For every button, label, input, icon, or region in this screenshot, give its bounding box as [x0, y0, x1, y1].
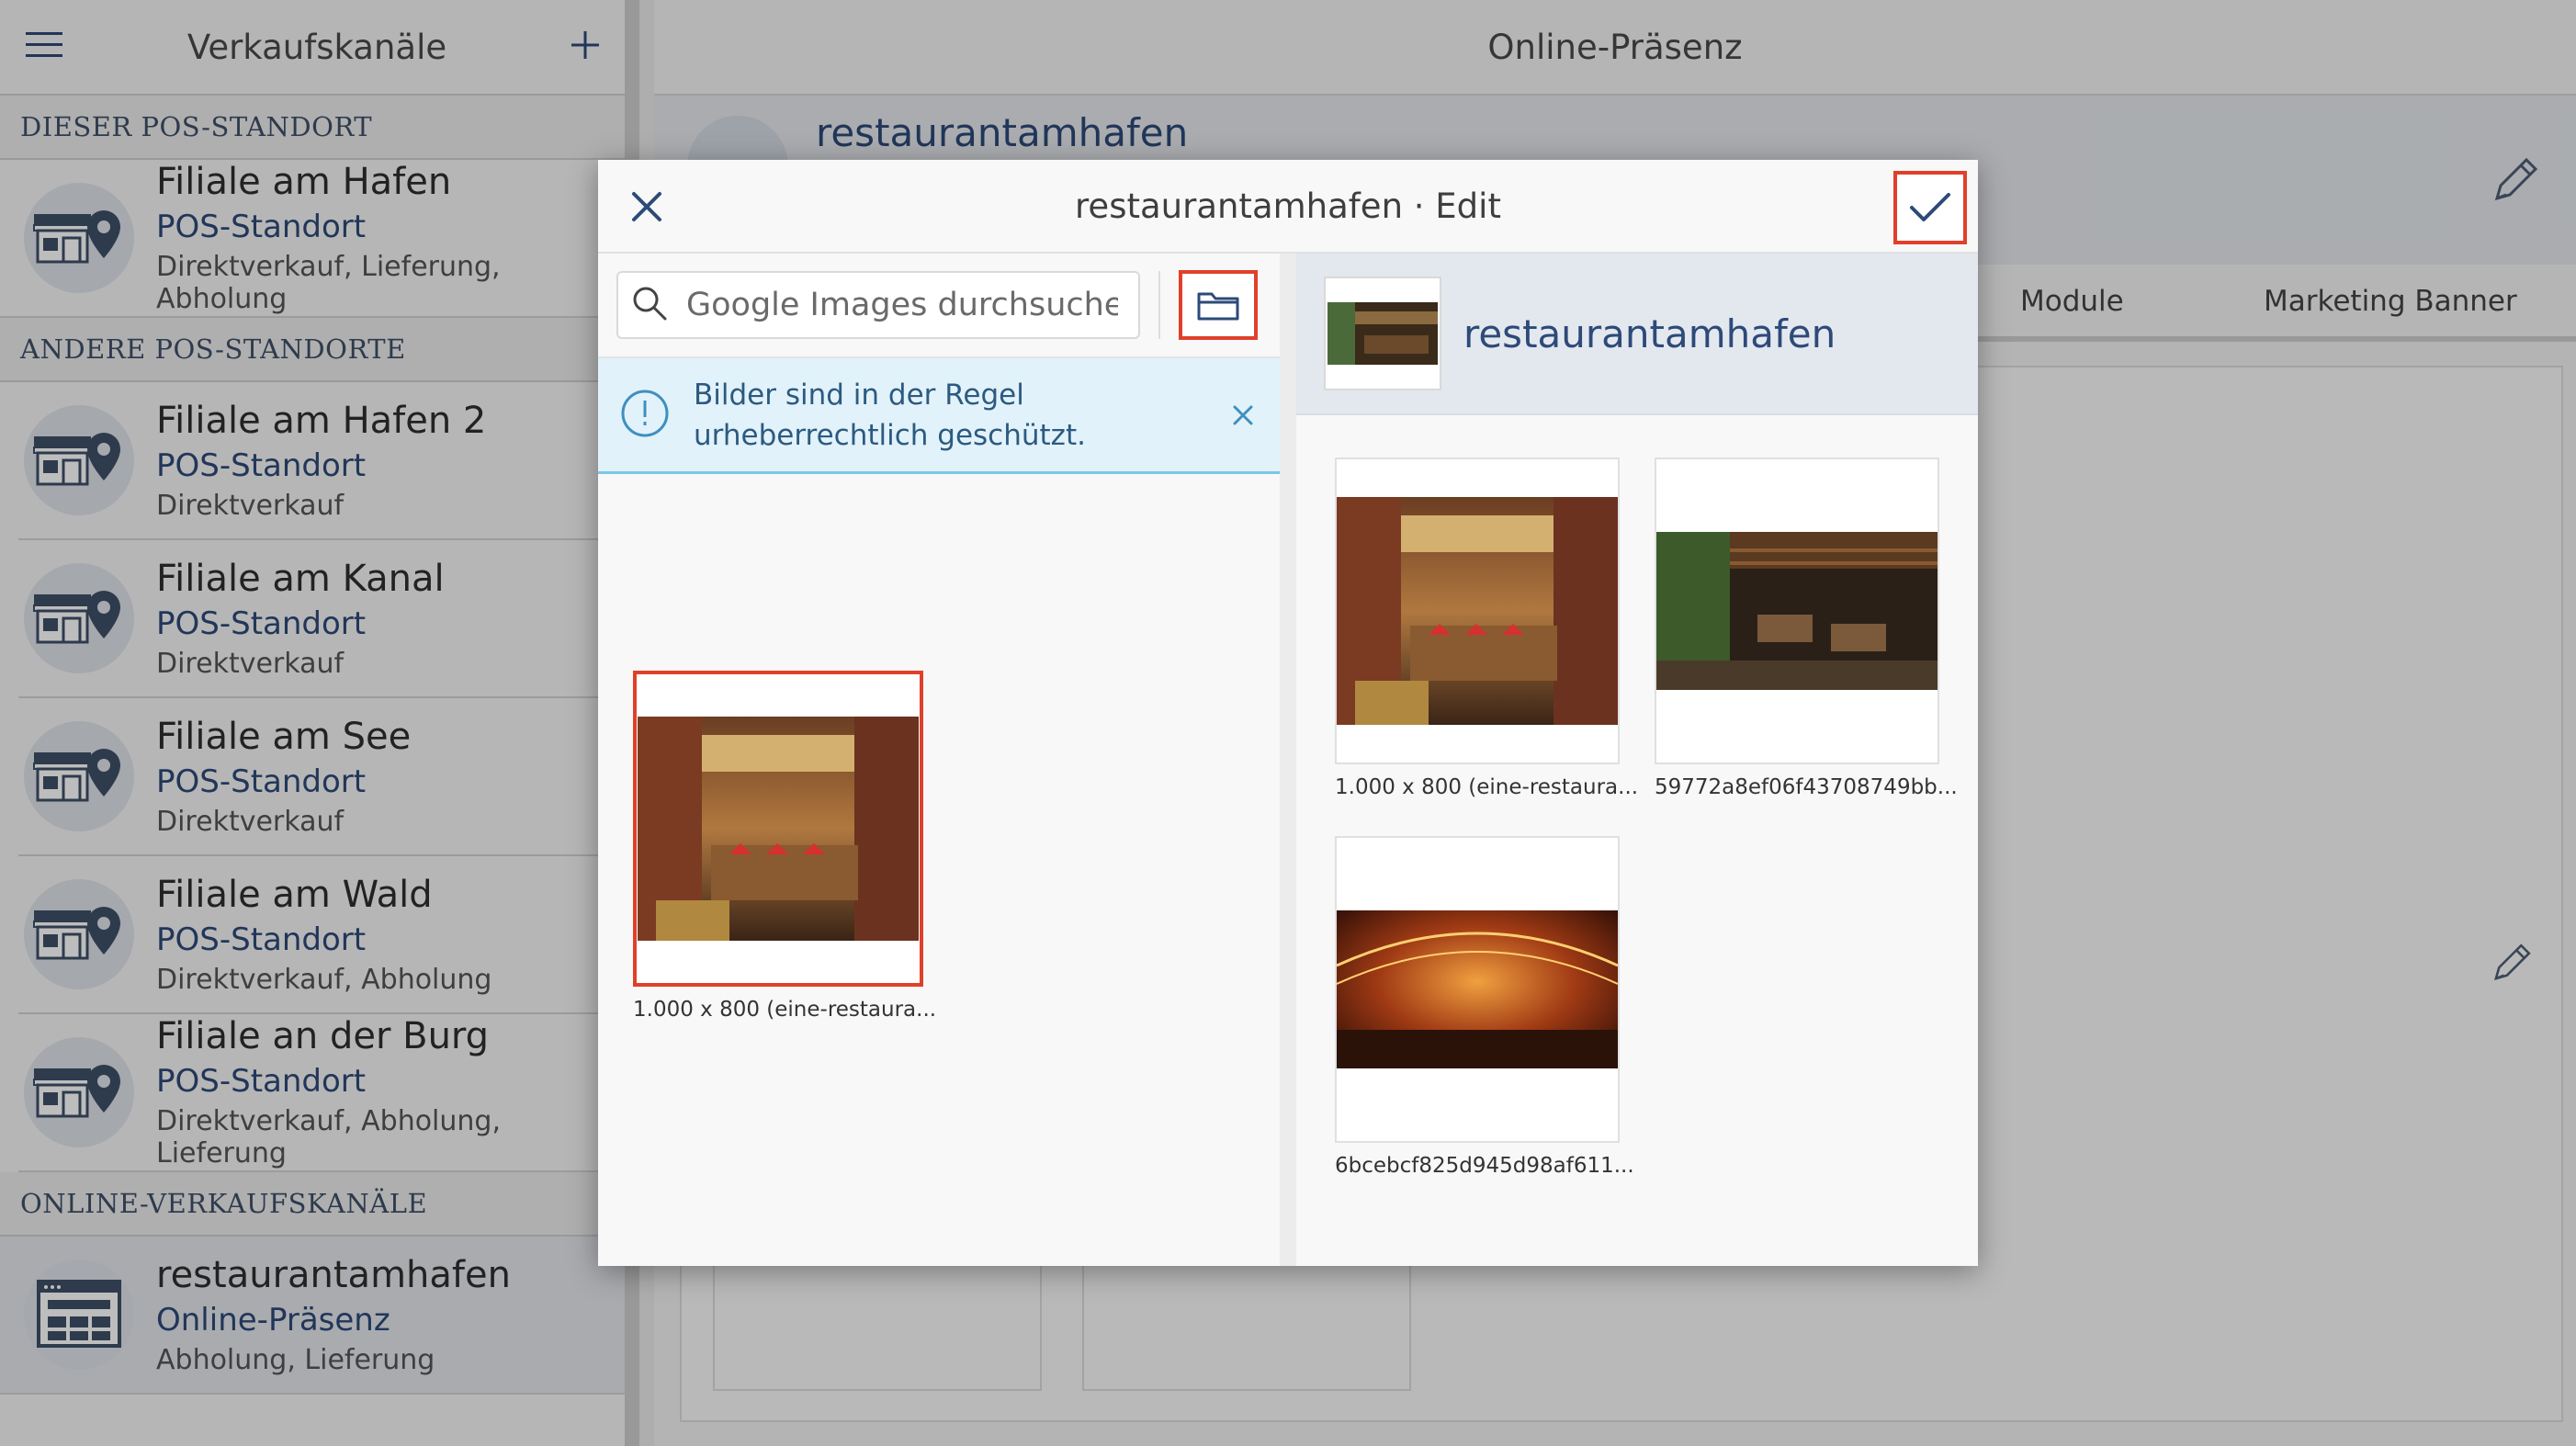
gallery-thumbnail[interactable]	[1335, 458, 1620, 764]
search-pane: Bilder sind in der Regel urheberrechtlic…	[598, 254, 1280, 1266]
search-box[interactable]	[616, 271, 1140, 339]
dialog-title: restaurantamhafen · Edit	[1075, 186, 1501, 226]
check-icon	[1910, 193, 1950, 221]
dialog-header: restaurantamhafen · Edit	[598, 160, 1978, 254]
restaurant-photo	[1656, 532, 1938, 690]
gallery-caption: 1.000 x 800 (eine-restaura...	[1335, 775, 1639, 799]
folder-icon	[1197, 292, 1239, 321]
gallery-header: restaurantamhafen	[1296, 254, 1978, 415]
close-icon	[1233, 405, 1253, 425]
search-result-item[interactable]: 1.000 x 800 (eine-restaura...	[633, 671, 937, 1022]
notice-text: Bilder sind in der Regel urheberrechtlic…	[694, 378, 1086, 452]
divider	[1158, 271, 1160, 339]
close-button[interactable]	[624, 184, 670, 230]
gallery-thumbnail[interactable]	[1655, 458, 1939, 764]
search-input[interactable]	[686, 287, 1118, 323]
search-result-thumbnail[interactable]	[633, 671, 923, 987]
dismiss-notice-button[interactable]	[1226, 399, 1260, 432]
gallery-cover-thumbnail	[1324, 277, 1441, 390]
gallery-item[interactable]: 59772a8ef06f43708749bb...	[1655, 458, 1958, 799]
pane-separator	[1280, 254, 1296, 1266]
gallery-item[interactable]: 1.000 x 800 (eine-restaura...	[1335, 458, 1639, 799]
confirm-button[interactable]	[1893, 171, 1967, 244]
gallery-caption: 6bcebcf825d945d98af611...	[1335, 1154, 1634, 1178]
search-result-caption: 1.000 x 800 (eine-restaura...	[633, 998, 937, 1022]
restaurant-photo	[1337, 910, 1618, 1068]
gallery-item[interactable]: 6bcebcf825d945d98af611...	[1335, 836, 1634, 1178]
gallery-thumbnail[interactable]	[1335, 836, 1620, 1143]
gallery-pane: restaurantamhafen 1.000 x 800 (eine-rest…	[1296, 254, 1978, 1266]
gallery-caption: 59772a8ef06f43708749bb...	[1655, 775, 1958, 799]
info-icon	[620, 389, 670, 442]
restaurant-photo	[1337, 497, 1618, 725]
image-edit-dialog: restaurantamhafen · Edit Bilder sind in …	[598, 160, 1978, 1266]
search-row	[598, 254, 1280, 358]
gallery-title: restaurantamhafen	[1463, 311, 1836, 356]
copyright-notice: Bilder sind in der Regel urheberrechtlic…	[598, 358, 1280, 474]
browse-folder-button[interactable]	[1179, 270, 1258, 340]
restaurant-photo	[638, 717, 919, 941]
close-icon	[632, 192, 661, 221]
search-icon	[631, 285, 668, 325]
